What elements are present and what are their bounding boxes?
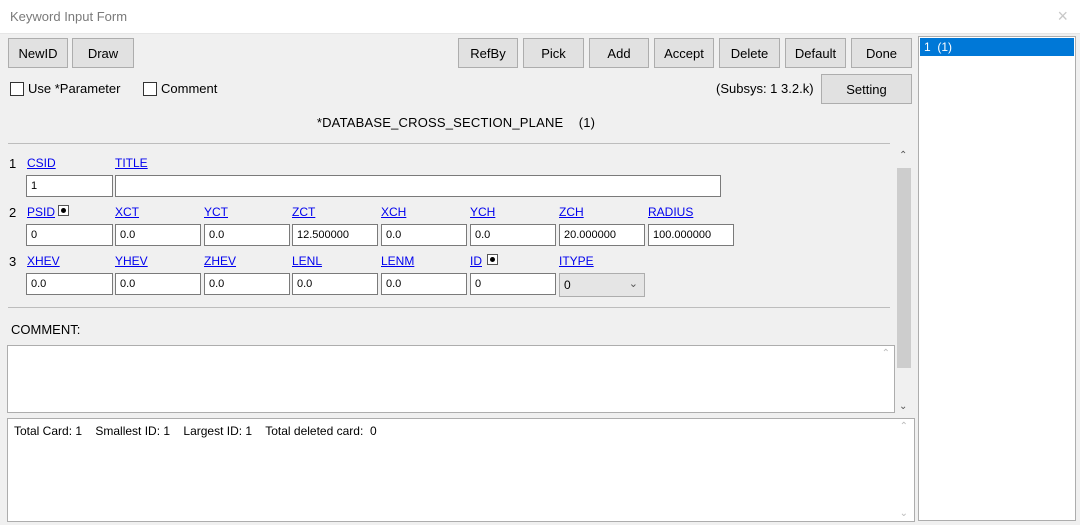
lenl-label[interactable]: LENL (292, 254, 322, 268)
itype-value: 0 (564, 278, 571, 292)
comment-checkbox[interactable]: Comment (143, 81, 217, 96)
yct-input[interactable]: 0.0 (204, 224, 290, 246)
lenl-input[interactable]: 0.0 (292, 273, 378, 295)
scrollbar-thumb[interactable] (897, 168, 911, 368)
draw-button[interactable]: Draw (72, 38, 134, 68)
close-icon[interactable]: × (1057, 6, 1068, 27)
id-list-panel[interactable]: 1 (1) (918, 36, 1076, 521)
xct-input[interactable]: 0.0 (115, 224, 201, 246)
id-label[interactable]: ID (470, 254, 482, 268)
setting-button[interactable]: Setting (821, 74, 912, 104)
title-bar: Keyword Input Form × (0, 0, 1080, 34)
pick-button[interactable]: Pick (523, 38, 584, 68)
window-title: Keyword Input Form (10, 9, 128, 24)
comment-checkbox-label: Comment (161, 81, 218, 96)
use-parameter-checkbox[interactable]: Use *Parameter (10, 81, 120, 96)
status-panel: Total Card: 1 Smallest ID: 1 Largest ID:… (7, 418, 915, 522)
checkbox-icon (143, 81, 157, 96)
comment-textarea[interactable]: ⌃ (7, 345, 895, 413)
zct-input[interactable]: 12.500000 (292, 224, 378, 246)
default-button[interactable]: Default (785, 38, 846, 68)
comment-label: COMMENT: (11, 322, 81, 337)
lenm-input[interactable]: 0.0 (381, 273, 467, 295)
csid-label[interactable]: CSID (27, 156, 56, 170)
xch-label[interactable]: XCH (381, 205, 406, 219)
subsys-label: (Subsys: 1 3.2.k) (716, 81, 814, 96)
psid-input[interactable]: 0 (26, 224, 113, 246)
radius-label[interactable]: RADIUS (648, 205, 693, 219)
radius-input[interactable]: 100.000000 (648, 224, 734, 246)
card-row-number: 1 (9, 156, 17, 171)
scroll-down-icon[interactable]: ⌄ (899, 401, 907, 412)
add-button[interactable]: Add (589, 38, 649, 68)
xct-label[interactable]: XCT (115, 205, 139, 219)
use-parameter-label: Use *Parameter (28, 81, 121, 96)
itype-select[interactable]: 0 ⌄ (559, 273, 645, 297)
checkbox-icon (10, 81, 24, 96)
chevron-down-icon: ⌄ (628, 278, 638, 290)
list-item[interactable]: 1 (1) (920, 38, 1074, 56)
divider (8, 307, 890, 308)
scroll-up-icon[interactable]: ⌃ (882, 348, 890, 359)
yhev-label[interactable]: YHEV (115, 254, 148, 268)
psid-label[interactable]: PSID (27, 205, 55, 219)
keyword-count: (1) (578, 115, 596, 130)
delete-button[interactable]: Delete (719, 38, 780, 68)
refby-button[interactable]: RefBy (458, 38, 518, 68)
newid-button[interactable]: NewID (8, 38, 68, 68)
title-label[interactable]: TITLE (115, 156, 148, 170)
id-pick-icon[interactable] (487, 254, 498, 265)
xhev-label[interactable]: XHEV (27, 254, 60, 268)
keyword-name: *DATABASE_CROSS_SECTION_PLANE (316, 115, 564, 130)
xhev-input[interactable]: 0.0 (26, 273, 113, 295)
zhev-label[interactable]: ZHEV (204, 254, 236, 268)
title-input[interactable] (115, 175, 721, 197)
zch-label[interactable]: ZCH (559, 205, 584, 219)
psid-pick-icon[interactable] (58, 205, 69, 216)
zhev-input[interactable]: 0.0 (204, 273, 290, 295)
keyword-title: *DATABASE_CROSS_SECTION_PLANE (1) (0, 115, 912, 130)
card-row-number: 2 (9, 205, 17, 220)
zct-label[interactable]: ZCT (292, 205, 315, 219)
csid-input[interactable]: 1 (26, 175, 113, 197)
id-input[interactable]: 0 (470, 273, 556, 295)
scroll-down-icon[interactable]: ⌄ (900, 508, 908, 519)
card-row-number: 3 (9, 254, 17, 269)
lenm-label[interactable]: LENM (381, 254, 414, 268)
zch-input[interactable]: 20.000000 (559, 224, 645, 246)
divider (8, 143, 890, 144)
yhev-input[interactable]: 0.0 (115, 273, 201, 295)
scroll-up-icon[interactable]: ⌃ (900, 421, 908, 432)
ych-input[interactable]: 0.0 (470, 224, 556, 246)
done-button[interactable]: Done (851, 38, 912, 68)
cards-scrollbar[interactable]: ⌃ ⌄ (895, 148, 913, 414)
itype-label[interactable]: ITYPE (559, 254, 594, 268)
yct-label[interactable]: YCT (204, 205, 228, 219)
scroll-up-icon[interactable]: ⌃ (899, 150, 907, 161)
accept-button[interactable]: Accept (654, 38, 714, 68)
xch-input[interactable]: 0.0 (381, 224, 467, 246)
status-text: Total Card: 1 Smallest ID: 1 Largest ID:… (14, 424, 377, 438)
ych-label[interactable]: YCH (470, 205, 495, 219)
